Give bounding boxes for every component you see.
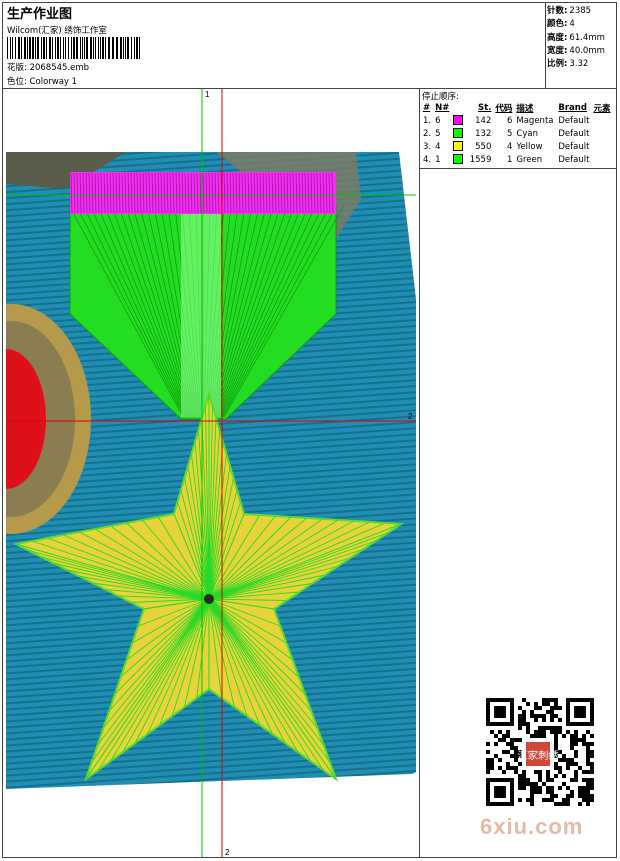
stop-element	[591, 140, 612, 153]
color-swatch	[453, 141, 464, 152]
watermark: 6xiu.com	[480, 814, 584, 839]
stats-panel: 针数: 2385 颜色: 4 高度: 61.4mm 宽度: 40.0mm 比例: 3.32	[547, 5, 605, 71]
stop-needle: 4	[435, 141, 441, 152]
stop-stitches: 1559	[469, 154, 492, 165]
stats-divider	[545, 2, 546, 88]
barcode	[7, 37, 140, 59]
stat-stitches: 针数: 2385	[547, 5, 605, 18]
stop-order: 3.	[423, 141, 432, 152]
col-stitches: St.	[477, 103, 492, 113]
stat-value: 3.32	[569, 59, 589, 70]
stops-divider	[419, 168, 617, 169]
col-element: 元素	[593, 104, 611, 114]
stop-needle: 5	[435, 128, 441, 139]
design-file-row: 花版: 2068545.emb	[7, 61, 89, 73]
stop-code: 4	[506, 141, 513, 152]
stat-label: 比例:	[547, 59, 568, 70]
stop-brand: Default	[558, 128, 590, 139]
stop-brand: Default	[558, 115, 590, 126]
stat-label: 针数:	[547, 6, 568, 16]
stop-order: 2.	[423, 128, 432, 139]
stop-order: 1.	[423, 115, 432, 126]
table-row: 1. 6 142 6 Magenta Default	[421, 114, 612, 127]
stat-value: 61.4mm	[569, 32, 605, 43]
stop-sequence-title: 停止顺序:	[422, 92, 459, 102]
qr-code: 汇家刺绣	[486, 698, 594, 806]
stop-desc: Magenta	[516, 115, 554, 126]
stop-order: 4.	[423, 154, 432, 165]
col-color	[451, 102, 467, 114]
stop-color-swatch	[451, 127, 467, 140]
stat-width: 宽度: 40.0mm	[547, 45, 605, 58]
design-file: 2068545.emb	[29, 63, 90, 73]
stop-needle: 6	[435, 115, 441, 126]
stop-code: 1	[506, 154, 513, 165]
stop-element	[591, 114, 612, 127]
stop-code: 6	[506, 115, 513, 126]
stat-scale: 比例: 3.32	[547, 58, 605, 71]
qr-seal: 汇家刺绣	[517, 749, 559, 762]
colorway-value: Colorway 1	[29, 77, 78, 87]
stop-stitches: 132	[475, 128, 492, 139]
table-row: 3. 4 550 4 Yellow Default	[421, 140, 612, 153]
stop-color-swatch	[451, 114, 467, 127]
stop-stitches: 142	[475, 115, 492, 126]
design-label: 花版:	[7, 63, 27, 73]
stat-value: 4	[569, 19, 575, 30]
col-brand: Brand	[558, 103, 587, 113]
table-header: # N# St. 代码 描述 Brand 元素	[421, 102, 612, 114]
color-swatch	[453, 154, 464, 165]
bottom-guide-marker: 2	[225, 848, 230, 857]
stop-color-swatch	[451, 153, 467, 166]
stop-sequence-table: # N# St. 代码 描述 Brand 元素 1. 6 142 6 Magenta De…	[421, 102, 612, 166]
color-swatch	[453, 115, 464, 126]
table-row: 2. 5 132 5 Cyan Default	[421, 127, 612, 140]
stop-color-swatch	[451, 140, 467, 153]
stop-desc: Cyan	[516, 128, 538, 139]
col-code: 代码	[495, 104, 513, 114]
stat-value: 2385	[569, 6, 592, 16]
color-swatch	[453, 128, 464, 139]
stop-brand: Default	[558, 154, 590, 165]
col-order: #	[423, 103, 431, 113]
design-divider	[419, 88, 420, 858]
stop-stitches: 550	[475, 141, 492, 152]
table-row: 4. 1 1559 1 Green Default	[421, 153, 612, 166]
right-guide-marker: 2	[408, 412, 413, 421]
col-needle: N#	[435, 103, 450, 113]
stop-needle: 1	[435, 154, 441, 165]
stat-colors: 颜色: 4	[547, 18, 605, 31]
stop-code: 5	[506, 128, 513, 139]
stop-brand: Default	[558, 141, 590, 152]
stop-element	[591, 127, 612, 140]
stat-label: 颜色:	[547, 19, 568, 30]
page-title: 生产作业图	[7, 7, 73, 22]
col-desc: 描述	[516, 104, 534, 114]
colorway-label: 色位:	[7, 77, 27, 87]
company-name: Wilcom(汇家) 绣饰工作室	[7, 26, 107, 36]
stat-label: 高度:	[547, 32, 568, 43]
stat-height: 高度: 61.4mm	[547, 32, 605, 45]
design-preview: 1 2 2	[6, 89, 416, 858]
colorway-row: 色位: Colorway 1	[7, 75, 77, 87]
top-guide-marker: 1	[205, 90, 210, 99]
stop-desc: Yellow	[516, 141, 543, 152]
stop-element	[591, 153, 612, 166]
stat-label: 宽度:	[547, 45, 568, 56]
stat-value: 40.0mm	[569, 45, 605, 56]
stop-desc: Green	[516, 154, 543, 165]
